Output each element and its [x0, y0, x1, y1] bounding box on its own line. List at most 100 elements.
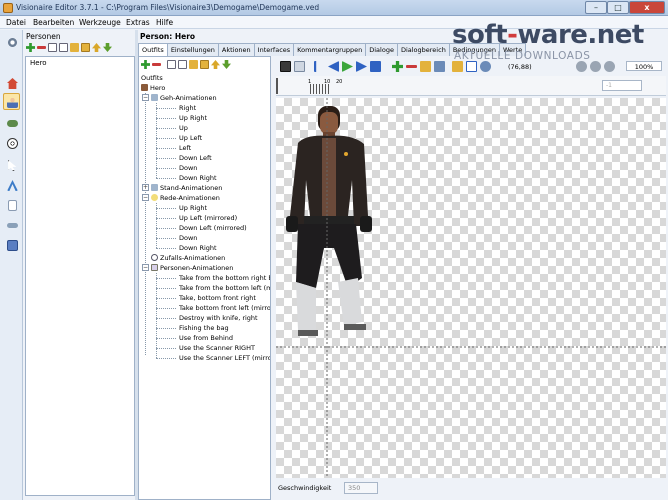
- tree-item[interactable]: Right: [179, 103, 196, 113]
- save-frame-icon[interactable]: [280, 61, 291, 72]
- edit-frame-icon[interactable]: [420, 61, 431, 72]
- tree-outfit-hero[interactable]: Hero: [141, 83, 165, 93]
- tree-item[interactable]: Take bottom front left (mirro: [179, 303, 270, 313]
- remove-frame-icon[interactable]: [406, 65, 417, 68]
- tree-group-stand[interactable]: Stand-Animationen: [151, 183, 222, 193]
- menu-hilfe[interactable]: Hilfe: [156, 18, 173, 27]
- tab-aktionen[interactable]: Aktionen: [217, 43, 255, 56]
- tab-kommentargruppen[interactable]: Kommentargruppen: [293, 43, 367, 56]
- tab-dialoge[interactable]: Dialoge: [365, 43, 398, 56]
- expand-toggle[interactable]: −: [142, 264, 149, 271]
- document-icon[interactable]: [3, 196, 20, 213]
- first-frame-icon[interactable]: [314, 61, 317, 72]
- list-icon[interactable]: [59, 43, 68, 52]
- cursor-icon[interactable]: [3, 156, 20, 173]
- folder-icon[interactable]: [189, 60, 198, 69]
- tab-interfaces[interactable]: Interfaces: [253, 43, 295, 56]
- tree-item[interactable]: Up Right: [179, 113, 207, 123]
- outfit-tree[interactable]: Outfits Hero − Geh-Animationen Right Up …: [139, 73, 270, 499]
- copy-icon[interactable]: [200, 60, 209, 69]
- tree-root-outfits[interactable]: Outfits: [141, 73, 163, 83]
- remove-icon[interactable]: [152, 63, 161, 66]
- copy-icon[interactable]: [81, 43, 90, 52]
- gear-icon[interactable]: [3, 33, 20, 50]
- tab-einstellungen[interactable]: Einstellungen: [166, 43, 219, 56]
- tree-item[interactable]: Use the Scanner LEFT (mirro: [179, 353, 270, 363]
- tree-item[interactable]: Down: [179, 163, 197, 173]
- import-icon[interactable]: [434, 61, 445, 72]
- menu-extras[interactable]: Extras: [126, 18, 150, 27]
- text-icon[interactable]: [3, 176, 20, 193]
- tree-group-geh[interactable]: Geh-Animationen: [151, 93, 217, 103]
- character-figure: [286, 106, 372, 336]
- frame-timeline[interactable]: 1 10 20 -1: [276, 76, 666, 96]
- person-title: Person: Hero: [140, 32, 196, 41]
- next-frame-icon[interactable]: [356, 61, 367, 72]
- tree-item[interactable]: Left: [179, 143, 191, 153]
- tree-item[interactable]: Take from the bottom left (m: [179, 283, 270, 293]
- tree-item[interactable]: Up Left (mirrored): [179, 213, 237, 223]
- move-up-icon[interactable]: [92, 43, 101, 52]
- gamepad-icon[interactable]: [3, 114, 20, 131]
- sprite-canvas[interactable]: [276, 98, 666, 478]
- minimize-button[interactable]: –: [585, 1, 607, 14]
- speech-icon: [151, 194, 158, 201]
- outfit-tree-panel: Outfits Hero − Geh-Animationen Right Up …: [138, 56, 271, 500]
- tree-group-zufall[interactable]: Zufalls-Animationen: [151, 253, 225, 263]
- tree-item[interactable]: Down Left: [179, 153, 212, 163]
- tree-item[interactable]: Up Right: [179, 203, 207, 213]
- folder-icon[interactable]: [70, 43, 79, 52]
- properties-icon[interactable]: [167, 60, 176, 69]
- tab-dialogbereich[interactable]: Dialogbereich: [396, 43, 450, 56]
- last-frame-icon[interactable]: [370, 61, 381, 72]
- play-icon[interactable]: [342, 61, 353, 72]
- menu-bearbeiten[interactable]: Bearbeiten: [33, 18, 74, 27]
- window-title: Visionaire Editor 3.7.1 - C:\Program Fil…: [16, 3, 320, 12]
- move-up-icon[interactable]: [211, 60, 220, 69]
- expand-toggle[interactable]: +: [142, 184, 149, 191]
- list-icon[interactable]: [178, 60, 187, 69]
- tab-outfits[interactable]: Outfits: [138, 43, 168, 57]
- tree-item[interactable]: Down Right: [179, 243, 217, 253]
- move-down-icon[interactable]: [222, 60, 231, 69]
- ball-icon[interactable]: [3, 134, 20, 151]
- add-icon[interactable]: [141, 60, 150, 69]
- home-icon[interactable]: [3, 74, 20, 91]
- link-icon[interactable]: [3, 216, 20, 233]
- tree-item[interactable]: Take from the bottom right b: [179, 273, 270, 283]
- maximize-button[interactable]: □: [607, 1, 629, 14]
- previous-frame-icon[interactable]: [328, 61, 339, 72]
- tree-group-rede[interactable]: Rede-Animationen: [151, 193, 220, 203]
- persons-list[interactable]: Hero: [25, 56, 135, 496]
- tree-item[interactable]: Up Left: [179, 133, 202, 143]
- properties-icon[interactable]: [48, 43, 57, 52]
- add-frame-icon[interactable]: [392, 61, 403, 72]
- list-item[interactable]: Hero: [27, 58, 133, 68]
- menu-werkzeuge[interactable]: Werkzeuge: [79, 18, 121, 27]
- close-button[interactable]: x: [629, 1, 665, 14]
- expand-toggle[interactable]: −: [142, 194, 149, 201]
- tree-item[interactable]: Take, bottom front right: [179, 293, 256, 303]
- tree-item[interactable]: Destroy with knife, right: [179, 313, 258, 323]
- floppy-icon[interactable]: [3, 236, 20, 253]
- character-icon[interactable]: [3, 93, 20, 110]
- frame-index-field[interactable]: -1: [602, 80, 642, 91]
- category-toolbar: [0, 30, 23, 500]
- tree-item[interactable]: Up: [179, 123, 188, 133]
- tree-item[interactable]: Down: [179, 233, 197, 243]
- animation-editor: (76,88) 100% 1 10 20 -1 Geschwindigkeit …: [274, 56, 668, 500]
- menu-datei[interactable]: Datei: [6, 18, 26, 27]
- tree-group-personen[interactable]: Personen-Animationen: [151, 263, 233, 273]
- tree-item[interactable]: Fishing the bag: [179, 323, 229, 333]
- expand-toggle[interactable]: −: [142, 94, 149, 101]
- speed-input[interactable]: 350: [344, 482, 378, 494]
- remove-icon[interactable]: [37, 46, 46, 49]
- settings-icon[interactable]: [294, 61, 305, 72]
- add-icon[interactable]: [26, 43, 35, 52]
- move-down-icon[interactable]: [103, 43, 112, 52]
- tree-item[interactable]: Down Left (mirrored): [179, 223, 247, 233]
- tree-item[interactable]: Use the Scanner RIGHT: [179, 343, 255, 353]
- persons-panel: Personen Hero: [23, 30, 135, 500]
- tree-item[interactable]: Down Right: [179, 173, 217, 183]
- tree-item[interactable]: Use from Behind: [179, 333, 233, 343]
